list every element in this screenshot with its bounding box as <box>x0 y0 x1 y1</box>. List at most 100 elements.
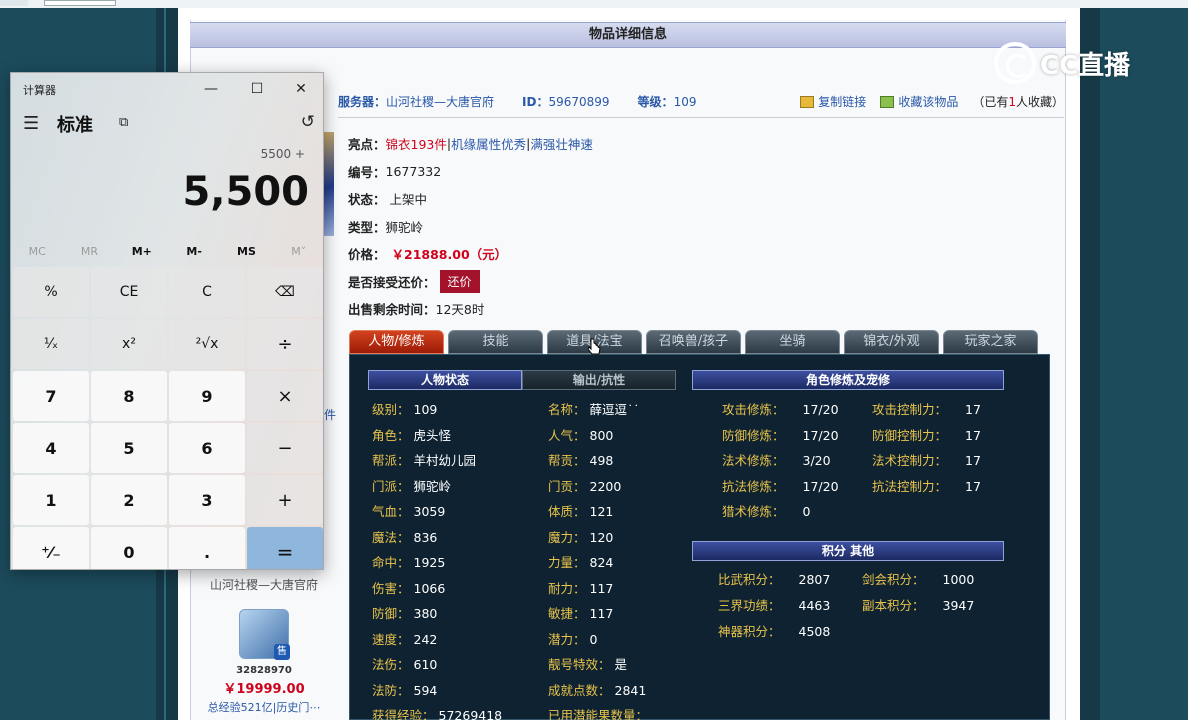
memory-list-button[interactable]: M˅ <box>273 241 323 263</box>
ad-link[interactable]: 总经验521亿|历史门⋯ <box>190 699 338 715</box>
sqrt-key[interactable]: ²√x <box>169 319 245 369</box>
control-item-value: 17 <box>965 402 981 417</box>
digit-1-key[interactable]: 1 <box>13 475 89 525</box>
stat-col1-item: 级别： 109 <box>372 399 437 418</box>
decimal-key[interactable]: . <box>169 527 245 569</box>
hamburger-menu-icon[interactable]: ☰ <box>23 113 39 134</box>
stat-col1-item-value: 羊村幼儿园 <box>413 453 477 468</box>
stat-col2-item-value: 117 <box>589 580 614 596</box>
calculator-display: 5,500 <box>182 169 309 215</box>
control-item-value: 17 <box>965 478 981 494</box>
tab-home[interactable]: 玩家之家 <box>943 330 1038 354</box>
cultivation-item-label: 抗法修炼： <box>722 478 785 494</box>
mouse-pointer-icon <box>588 338 601 355</box>
top-field[interactable] <box>44 0 116 6</box>
cultivation-item-label: 攻击修炼： <box>722 402 785 417</box>
section-output-resistance[interactable]: 输出/抗性 <box>522 370 676 390</box>
stat-col2-item-label: 成就点数： <box>548 682 611 698</box>
reciprocal-key[interactable]: ¹⁄ₓ <box>13 319 89 369</box>
stat-col2-item: 耐力： 117 <box>548 578 613 597</box>
percent-key[interactable]: % <box>13 267 89 317</box>
section-character-status[interactable]: 人物状态 <box>368 370 522 390</box>
minimize-button[interactable]: — <box>189 77 233 101</box>
ad-avatar[interactable]: 售 <box>239 609 290 660</box>
control-item-label: 抗法控制力： <box>872 478 948 494</box>
calculator-titlebar[interactable]: 计算器 — ☐ ✕ <box>11 73 323 105</box>
multiply-key[interactable]: × <box>247 371 323 421</box>
memory-clear-button[interactable]: MC <box>11 241 63 263</box>
memory-add-button[interactable]: M+ <box>116 241 168 263</box>
tab-skills[interactable]: 技能 <box>448 330 543 354</box>
highlight-label: 亮点： <box>348 137 386 153</box>
digit-9-key[interactable]: 9 <box>169 371 245 421</box>
keep-on-top-icon[interactable]: ⧉ <box>119 115 128 130</box>
points2-item-value: 1000 <box>942 572 975 587</box>
backspace-key[interactable]: ⌫ <box>247 267 323 317</box>
points2-item: 副本积分： 3947 <box>862 595 974 614</box>
memory-recall-button[interactable]: MR <box>63 241 115 263</box>
subtract-key[interactable]: − <box>247 423 323 473</box>
top-control[interactable] <box>0 0 28 6</box>
close-button[interactable]: ✕ <box>279 77 323 101</box>
tab-outfits[interactable]: 锦衣/外观 <box>844 330 939 354</box>
copy-link-button[interactable]: 复制链接 <box>800 93 866 110</box>
digit-8-key[interactable]: 8 <box>91 371 167 421</box>
stat-col2-item: 靓号特效：是 <box>548 654 627 673</box>
stat-col1-item-label: 帮派： <box>372 453 410 468</box>
favorite-count: （已有1人收藏） <box>972 93 1064 110</box>
equals-key[interactable]: = <box>247 527 323 569</box>
divide-key[interactable]: ÷ <box>247 319 323 369</box>
tab-mounts[interactable]: 坐骑 <box>745 330 840 354</box>
stat-col1-item-value: 狮驼岭 <box>413 478 452 494</box>
stat-col2-item-label: 靓号特效： <box>548 657 611 672</box>
favorite-label: 收藏该物品 <box>898 95 959 109</box>
stat-col1-item: 伤害： 1066 <box>372 578 445 597</box>
digit-0-key[interactable]: 0 <box>91 527 167 569</box>
id-group: ID： 59670899 <box>522 93 610 110</box>
server-info-bar: 服务器： 山河社稷—大唐官府 ID： 59670899 等级： 109 复制链接… <box>338 86 1064 118</box>
digit-6-key[interactable]: 6 <box>169 423 245 473</box>
digit-4-key[interactable]: 4 <box>13 423 89 473</box>
price-label: 价格： <box>348 247 386 263</box>
stat-col2-item-label: 潜力： <box>548 631 586 647</box>
digit-3-key[interactable]: 3 <box>169 475 245 525</box>
cultivation-item-label: 法术修炼： <box>722 453 785 468</box>
stat-col1-item-label: 法伤： <box>372 657 410 672</box>
points-item-label: 三界功绩： <box>718 598 781 613</box>
counter-offer-button[interactable]: 还价 <box>439 269 480 293</box>
history-icon[interactable]: ↺ <box>301 112 315 132</box>
control-item-value: 17 <box>965 427 981 443</box>
digit-2-key[interactable]: 2 <box>91 475 167 525</box>
points2-item-label: 剑会积分： <box>862 572 925 587</box>
maximize-button[interactable]: ☐ <box>235 77 279 101</box>
square-key[interactable]: x² <box>91 319 167 369</box>
stat-col2-item: 人气： 800 <box>548 425 613 444</box>
add-key[interactable]: + <box>247 475 323 525</box>
clear-entry-key[interactable]: CE <box>91 267 167 317</box>
highlight-2: 机缘属性优秀 <box>451 137 527 153</box>
page-title: 物品详细信息 <box>190 22 1066 48</box>
fav-count-pre: （已有 <box>972 95 1009 109</box>
level-group: 等级： 109 <box>638 93 697 110</box>
recommended-item[interactable]: 山河社稷—大唐官府 售 32828970 ￥19999.00 总经验521亿|历… <box>190 570 338 715</box>
favorite-button[interactable]: 收藏该物品 <box>880 93 958 110</box>
clear-key[interactable]: C <box>169 267 245 317</box>
control-item-label: 防御控制力： <box>872 427 948 443</box>
remaining-time-label: 出售剩余时间： <box>348 302 436 318</box>
digit-7-key[interactable]: 7 <box>13 371 89 421</box>
stat-col2-item-value: 824 <box>589 555 614 570</box>
stat-col2-item-value: 0 <box>589 631 598 647</box>
stat-col1-item-value: 1066 <box>413 580 446 596</box>
tab-character[interactable]: 人物/修炼 <box>349 330 444 354</box>
stat-col2-item: 体质： 121 <box>548 501 613 520</box>
counter-offer-row: 是否接受还价： 还价 <box>348 268 1048 296</box>
digit-5-key[interactable]: 5 <box>91 423 167 473</box>
remaining-time-value: 12天8时 <box>435 302 485 318</box>
negate-key[interactable]: ⁺⁄₋ <box>13 527 89 569</box>
cultivation-item-value: 17/20 <box>802 402 839 417</box>
memory-subtract-button[interactable]: M- <box>168 241 220 263</box>
points2-item: 剑会积分： 1000 <box>862 569 974 588</box>
cc-logo-text: CC直播 <box>1040 50 1131 81</box>
memory-store-button[interactable]: MS <box>220 241 272 263</box>
tab-summons[interactable]: 召唤兽/孩子 <box>646 330 741 354</box>
